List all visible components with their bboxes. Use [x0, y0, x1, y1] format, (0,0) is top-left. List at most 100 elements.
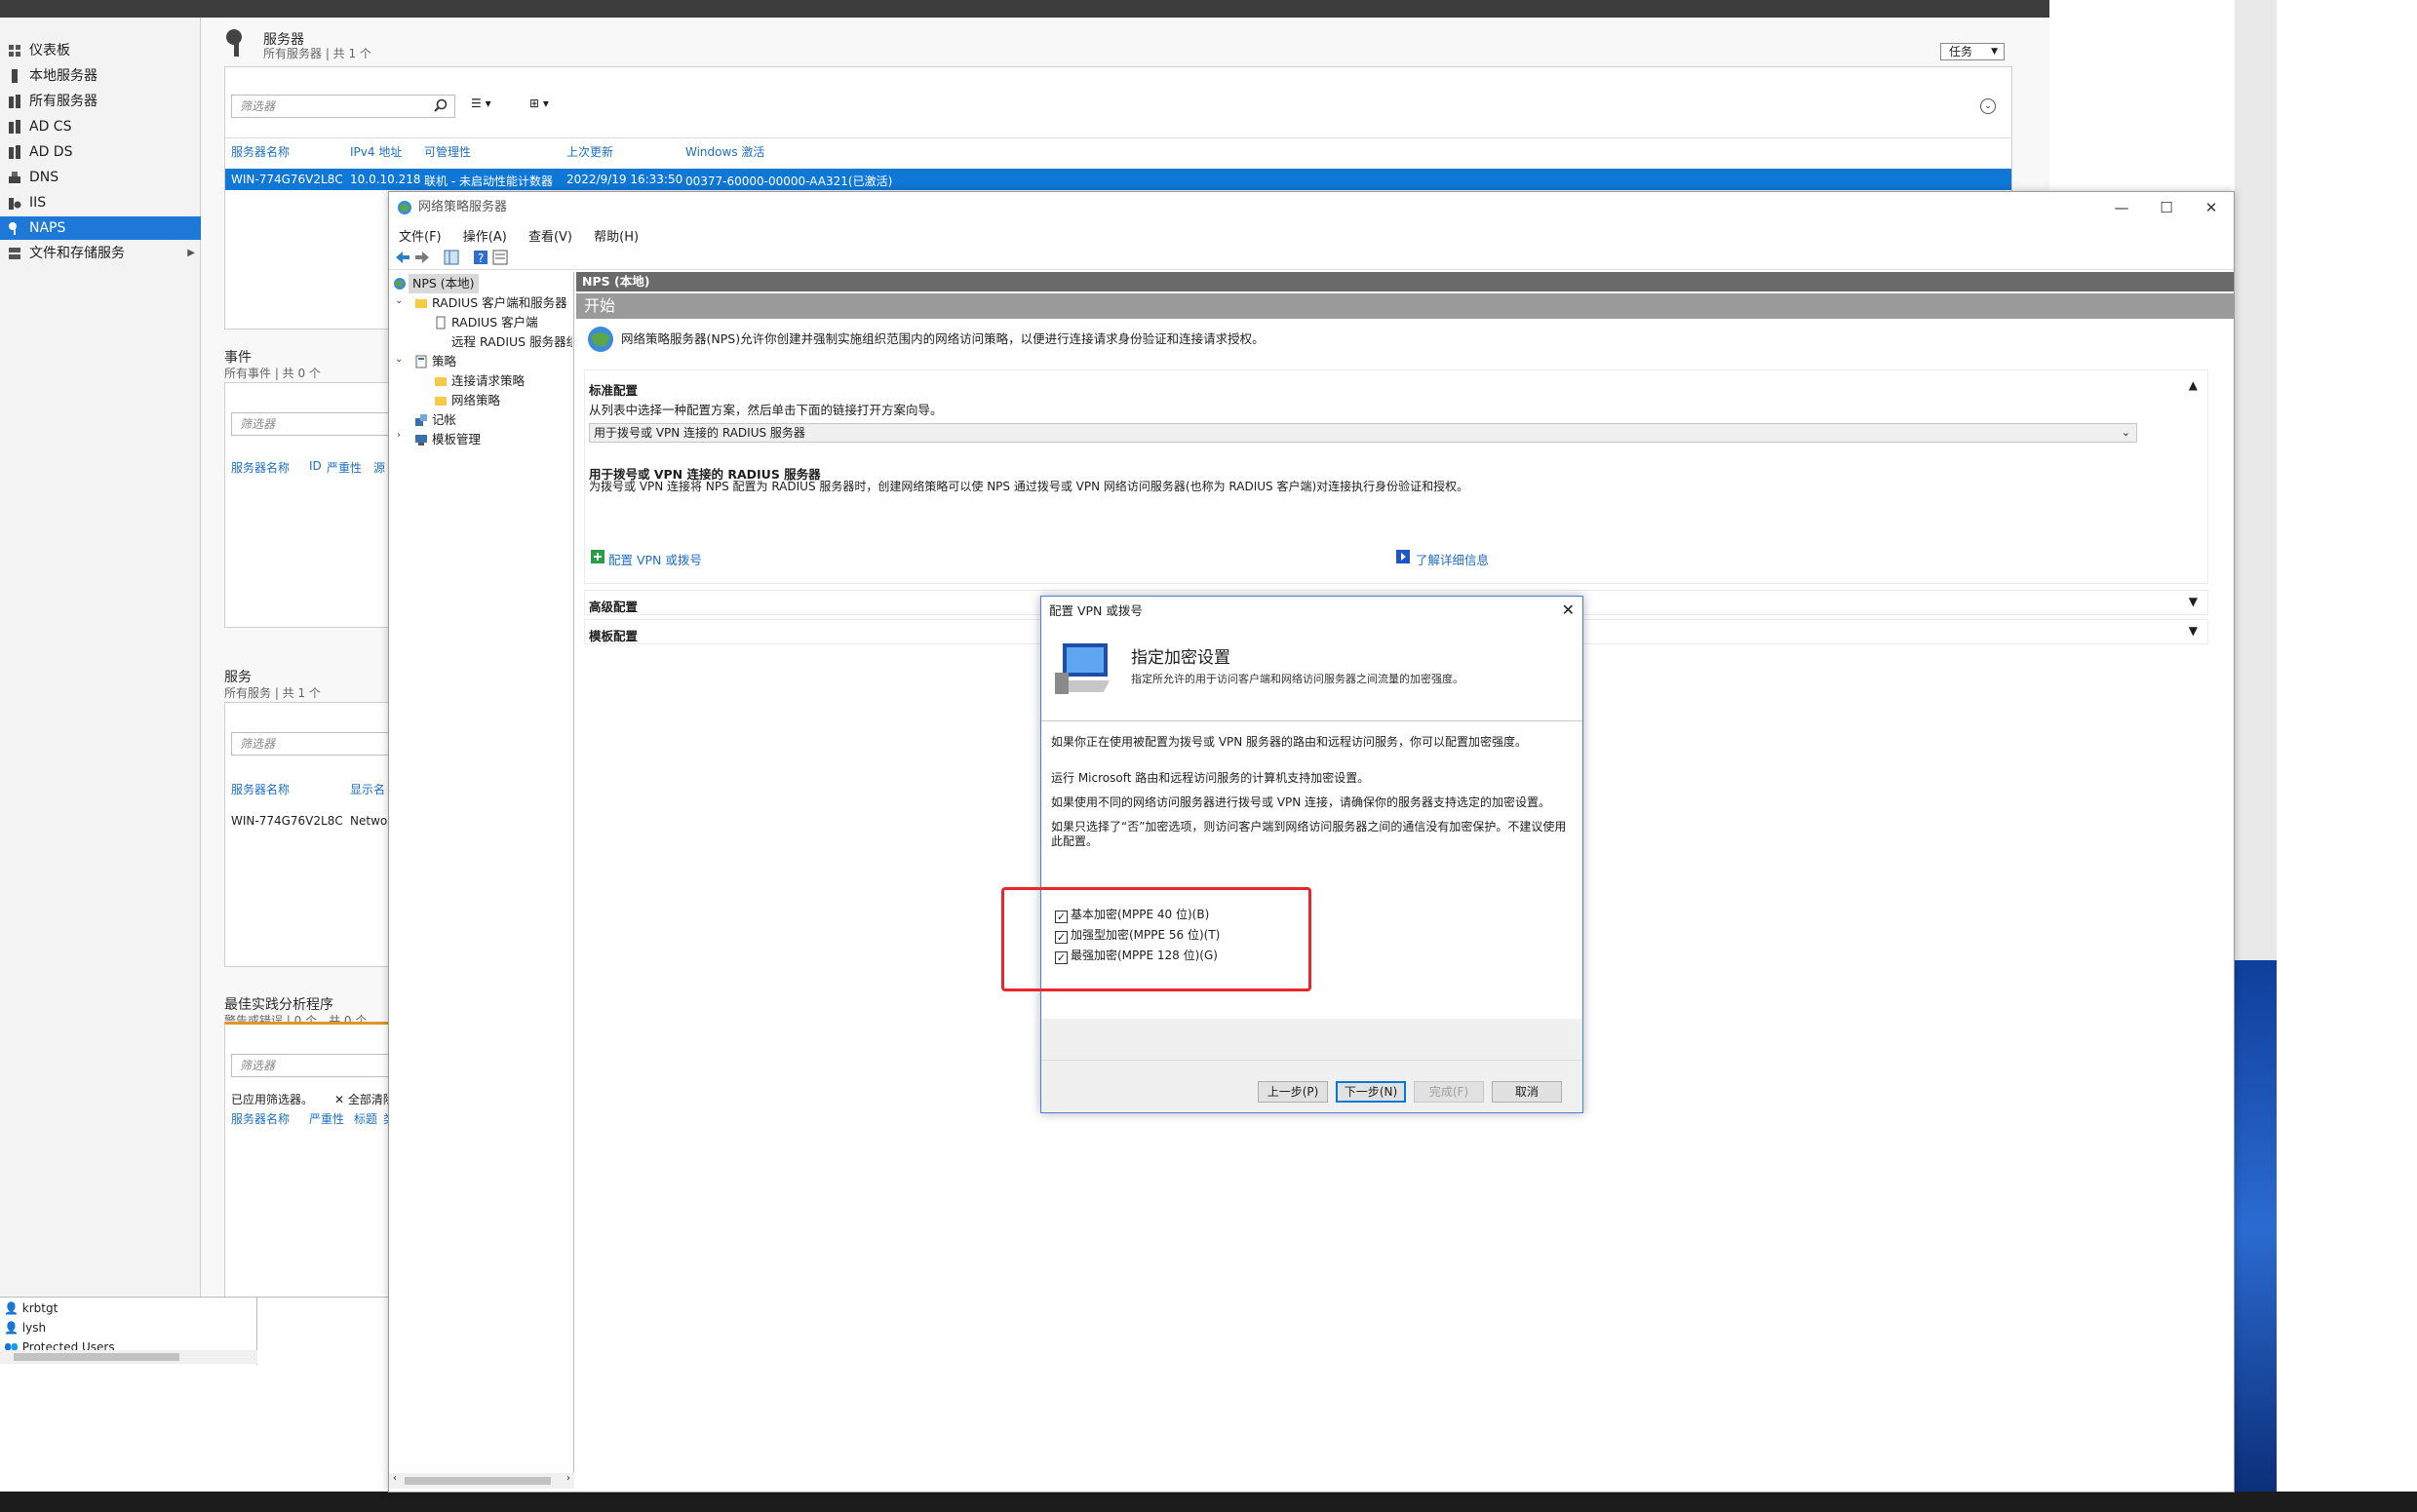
- bpa-tile: 筛选器 已应用筛选器。 ✕ 全部清除 服务器名称 严重性 标题 类: [224, 1022, 397, 1314]
- nav-item-naps[interactable]: NAPS: [0, 216, 201, 240]
- nav-item-dns[interactable]: DNS: [0, 166, 201, 189]
- server-icon: [12, 69, 18, 83]
- bpa-filter-input[interactable]: 筛选器: [231, 1054, 397, 1077]
- column-header[interactable]: Windows 激活: [685, 143, 764, 160]
- config-wizard-icon[interactable]: [591, 550, 604, 563]
- column-header[interactable]: 服务器名称: [231, 1110, 290, 1127]
- column-header[interactable]: 上次更新: [566, 143, 613, 160]
- menu-action[interactable]: 操作(A): [453, 223, 515, 245]
- tree-item-net-policies[interactable]: 网络策略: [435, 391, 500, 410]
- menu-file[interactable]: 文件(F): [389, 223, 449, 245]
- column-header[interactable]: 严重性: [309, 1110, 344, 1127]
- nav-item-all-servers[interactable]: 所有服务器: [0, 90, 201, 113]
- dns-icon: [9, 172, 20, 183]
- column-header[interactable]: 服务器名称: [231, 781, 290, 797]
- collapse-icon[interactable]: ⌄: [1980, 98, 1996, 114]
- learn-more-link[interactable]: 了解详细信息: [1416, 550, 1489, 568]
- clear-all-button[interactable]: ✕ 全部清除: [334, 1091, 395, 1107]
- column-header[interactable]: 服务器名称: [231, 143, 290, 160]
- servers-filter-input[interactable]: 筛选器: [231, 95, 455, 118]
- tree-item-radius[interactable]: RADIUS 客户端和服务器: [415, 293, 567, 313]
- services-filter-input[interactable]: 筛选器: [231, 732, 397, 756]
- menu-help[interactable]: 帮助(H): [584, 223, 646, 245]
- chevron-right-icon[interactable]: ›: [397, 430, 401, 441]
- column-header[interactable]: 显示名: [350, 781, 385, 797]
- nav-item-local-server[interactable]: 本地服务器: [0, 64, 201, 88]
- column-header[interactable]: 服务器名称: [231, 459, 290, 476]
- tree-item-templates[interactable]: 模板管理: [415, 430, 481, 449]
- column-header[interactable]: 源: [373, 459, 385, 476]
- iis-icon: [9, 198, 21, 210]
- nav-item-adds[interactable]: AD DS: [0, 140, 201, 164]
- info-paragraph: 如果只选择了“否”加密选项，则访问客户端到网络访问服务器之间的通信没有加密保护。…: [1051, 820, 1567, 848]
- table-cell[interactable]: Netwo: [350, 814, 387, 828]
- column-header[interactable]: ID: [309, 459, 322, 473]
- expand-arrow-icon[interactable]: ▼: [2189, 624, 2198, 638]
- properties-icon[interactable]: [492, 250, 508, 265]
- search-icon[interactable]: [434, 98, 448, 112]
- scenario-select[interactable]: 用于拨号或 VPN 连接的 RADIUS 服务器 ⌄: [589, 423, 2137, 443]
- tasks-button[interactable]: 任务 ▼: [1940, 43, 2005, 60]
- chevron-down-icon: ▼: [1991, 47, 1998, 57]
- tree-item-policies[interactable]: 策略: [415, 352, 456, 371]
- nav-label: 所有服务器: [29, 94, 97, 109]
- folder-icon: [435, 377, 447, 386]
- tree-item-radius-clients[interactable]: RADIUS 客户端: [436, 313, 538, 332]
- next-button[interactable]: 下一步(N): [1336, 1081, 1406, 1103]
- accounting-icon: [415, 414, 427, 426]
- table-row[interactable]: WIN-774G76V2L8C 10.0.10.218 联机 - 未启动性能计数…: [225, 169, 2011, 190]
- services-subtitle: 所有服务 | 共 1 个: [224, 686, 321, 700]
- cancel-button[interactable]: 取消: [1492, 1081, 1562, 1103]
- desktop-area: [2277, 0, 2417, 1512]
- close-button[interactable]: ✕: [2189, 192, 2234, 223]
- filter-options-button[interactable]: ☰ ▾: [471, 97, 491, 110]
- nav-item-dashboard[interactable]: 仪表板: [0, 39, 201, 62]
- configure-vpn-link[interactable]: 配置 VPN 或拨号: [608, 550, 702, 568]
- nav-item-storage[interactable]: 文件和存储服务 ▶: [0, 242, 201, 265]
- maximize-button[interactable]: ☐: [2144, 192, 2189, 223]
- dialog-close-button[interactable]: ✕: [1562, 601, 1575, 619]
- nav-item-iis[interactable]: IIS: [0, 191, 201, 214]
- column-header[interactable]: IPv4 地址: [350, 143, 402, 160]
- back-arrow-icon[interactable]: [395, 250, 410, 265]
- advanced-config-title: 高级配置: [589, 600, 639, 614]
- tree-item-accounting[interactable]: 记帐: [415, 410, 456, 430]
- list-item[interactable]: 👥 Protected Users: [4, 1340, 115, 1350]
- list-item[interactable]: 👤 krbtgt: [4, 1301, 58, 1315]
- back-button[interactable]: 上一步(P): [1258, 1081, 1328, 1103]
- show-tree-icon[interactable]: [444, 250, 459, 265]
- minimize-button[interactable]: —: [2099, 192, 2144, 223]
- tree-item-nps-local[interactable]: NPS (本地): [394, 274, 479, 293]
- user-icon: 👤: [4, 1321, 22, 1335]
- taskbar: [0, 1492, 2417, 1512]
- nav-item-adcs[interactable]: AD CS: [0, 115, 201, 138]
- chevron-down-icon[interactable]: ⌄: [395, 354, 403, 365]
- info-paragraph: 如果你正在使用被配置为拨号或 VPN 服务器的路由和远程访问服务，你可以配置加密…: [1051, 735, 1528, 749]
- column-header[interactable]: 可管理性: [424, 143, 471, 160]
- menu-view[interactable]: 查看(V): [519, 223, 580, 245]
- events-tile: 筛选器 服务器名称 ID 严重性 源: [224, 382, 397, 628]
- collapse-arrow-icon[interactable]: ▲: [2189, 378, 2198, 392]
- nps-globe-icon: [588, 327, 613, 352]
- finish-button[interactable]: 完成(F): [1414, 1081, 1484, 1103]
- adds-icon: [9, 145, 20, 159]
- expand-arrow-icon[interactable]: ▼: [2189, 595, 2198, 608]
- forward-arrow-icon[interactable]: [414, 250, 430, 265]
- save-query-button[interactable]: ⊞ ▾: [529, 97, 549, 110]
- table-cell[interactable]: WIN-774G76V2L8C: [231, 814, 343, 828]
- chevron-down-icon[interactable]: ⌄: [395, 295, 403, 306]
- tree-item-conn-policies[interactable]: 连接请求策略: [435, 371, 525, 391]
- help-icon[interactable]: ?: [473, 250, 488, 265]
- list-item[interactable]: 👤 lysh: [4, 1321, 46, 1335]
- dialog-footer: 上一步(P) 下一步(N) 完成(F) 取消: [1041, 1060, 1582, 1114]
- tree-item-remote-radius[interactable]: 远程 RADIUS 服务器组: [451, 332, 572, 352]
- horizontal-scrollbar[interactable]: [0, 1350, 257, 1364]
- tree-horizontal-scrollbar[interactable]: ‹ ›: [389, 1473, 574, 1489]
- column-header[interactable]: 严重性: [327, 459, 362, 476]
- events-filter-input[interactable]: 筛选器: [231, 412, 397, 436]
- nps-toolbar: ?: [389, 245, 2234, 270]
- servers-subtitle: 所有服务器 | 共 1 个: [263, 47, 371, 60]
- learn-more-icon[interactable]: [1396, 550, 1410, 563]
- column-header[interactable]: 标题: [354, 1110, 377, 1127]
- desktop-wallpaper: [2235, 960, 2277, 1496]
